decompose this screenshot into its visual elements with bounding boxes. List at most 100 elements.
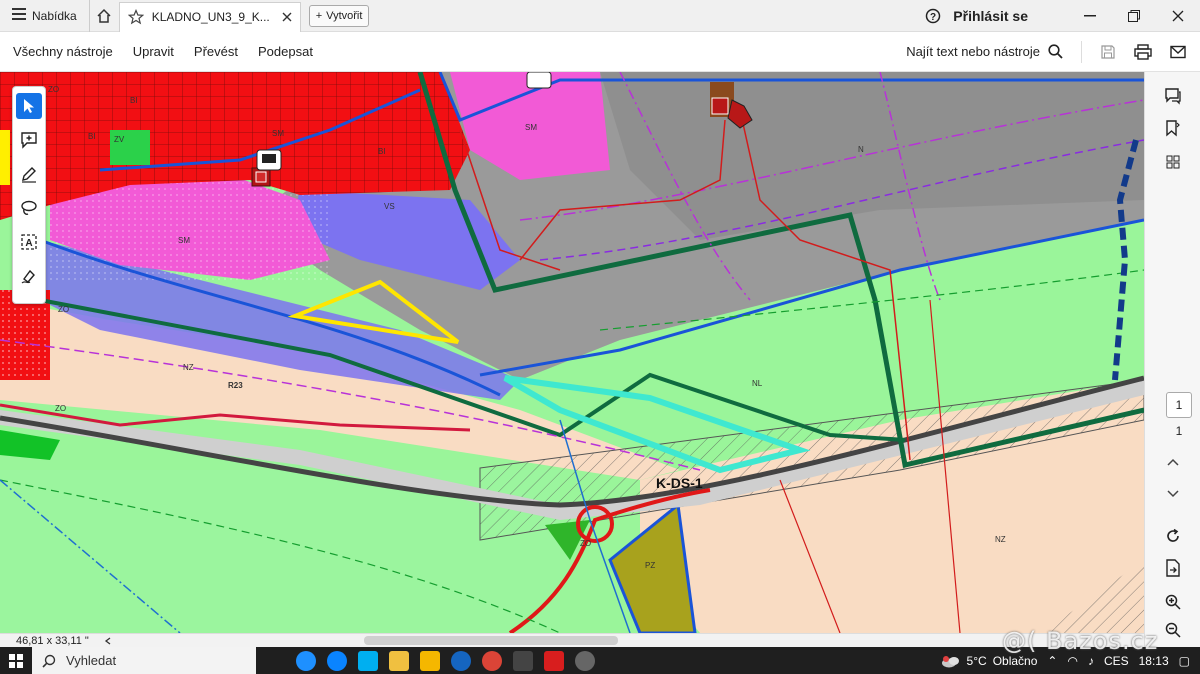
file-export-icon	[1166, 559, 1180, 577]
bookmarks-panel-button[interactable]	[1159, 114, 1187, 142]
menu-button[interactable]: Nabídka	[0, 0, 89, 32]
page-dimensions: 46,81 x 33,11 "	[16, 634, 89, 647]
search-icon	[1048, 44, 1063, 59]
text-recognition-tool[interactable]: A	[16, 229, 42, 255]
right-sidebar	[1144, 72, 1200, 647]
start-button[interactable]	[0, 647, 32, 674]
input-language[interactable]: CES	[1104, 654, 1129, 668]
rotate-button[interactable]	[1159, 522, 1187, 550]
label-k-ds-1: K-DS-1	[656, 475, 703, 491]
file-explorer-icon[interactable]	[389, 650, 409, 671]
previous-page-button[interactable]	[1159, 448, 1187, 476]
notifications-icon[interactable]: ▢	[1179, 654, 1190, 668]
label-zo: ZO	[58, 305, 69, 314]
zoom-in-button[interactable]	[1159, 588, 1187, 616]
help-icon[interactable]: ?	[925, 8, 941, 24]
thumbnails-panel-button[interactable]	[1159, 148, 1187, 176]
extract-page-button[interactable]	[1159, 554, 1187, 582]
sign-tool[interactable]	[16, 263, 42, 289]
scroll-left-icon[interactable]	[104, 636, 112, 645]
watermark: @( Bazos.cz	[1002, 627, 1159, 655]
signin-label: Přihlásit se	[953, 7, 1028, 24]
volume-icon[interactable]: ♪	[1088, 654, 1094, 668]
acrobat-icon[interactable]	[544, 650, 564, 671]
close-tab-icon[interactable]	[282, 12, 292, 22]
plus-icon: +	[315, 9, 323, 22]
label-bi: BI	[88, 132, 96, 141]
media-app-icon[interactable]	[513, 650, 533, 671]
svg-text:A: A	[25, 238, 32, 249]
next-page-button[interactable]	[1159, 480, 1187, 508]
page-number-input[interactable]: 1	[1166, 392, 1192, 418]
utility-app-icon[interactable]	[575, 650, 595, 671]
signin-button[interactable]: ? Přihlásit se	[925, 8, 1028, 24]
weather-text: Oblačno	[992, 653, 1038, 668]
zoom-out-button[interactable]	[1159, 616, 1187, 644]
internet-explorer-icon[interactable]	[451, 650, 471, 671]
save-icon[interactable]	[1100, 44, 1116, 60]
label-sm: SM	[525, 123, 537, 132]
edge-icon[interactable]	[327, 650, 347, 671]
restore-button[interactable]	[1112, 0, 1156, 32]
label-bi: BI	[378, 147, 386, 156]
page-total: 1	[1175, 424, 1183, 438]
label-bi: BI	[130, 96, 138, 105]
wifi-icon[interactable]: ◠	[1067, 654, 1077, 668]
svg-text:?: ?	[930, 12, 936, 23]
restore-icon	[1128, 9, 1140, 22]
close-window-button[interactable]	[1156, 0, 1200, 32]
zoning-map: ZO BI ZV BI SM BI SM VS SM ZO NZ R23 ZO …	[0, 72, 1144, 633]
text-box-icon: A	[21, 234, 37, 250]
grid-icon	[1166, 155, 1180, 169]
skype-icon[interactable]	[358, 650, 378, 671]
weather-widget[interactable]: 5°C Oblačno	[941, 653, 1038, 668]
search-icon	[42, 654, 56, 668]
comment-tool[interactable]	[16, 127, 42, 153]
comments-panel-button[interactable]	[1159, 82, 1187, 110]
comments-icon	[1165, 88, 1181, 105]
chrome-icon[interactable]	[482, 650, 502, 671]
rotate-icon	[1167, 528, 1179, 542]
label-nz: NZ	[995, 535, 1006, 544]
print-icon[interactable]	[1134, 43, 1152, 60]
pen-icon	[22, 167, 36, 183]
menu-sign[interactable]: Podepsat	[248, 44, 323, 59]
draw-tool[interactable]	[16, 161, 42, 187]
sticky-notes-icon[interactable]	[420, 650, 440, 671]
cursor-icon	[24, 99, 34, 113]
signature-pen-icon	[21, 269, 35, 284]
label-zo: ZO	[580, 539, 591, 548]
zoom-in-icon	[1165, 594, 1181, 610]
home-button[interactable]	[88, 0, 119, 32]
select-tool[interactable]	[16, 93, 42, 119]
horizontal-scrollbar-thumb[interactable]	[364, 636, 618, 645]
label-r23: R23	[228, 381, 243, 390]
clock[interactable]: 18:13	[1139, 654, 1169, 668]
find-tools-button[interactable]: Najít text nebo nástroje	[906, 44, 1063, 59]
taskbar-chrome-like-icon[interactable]	[296, 650, 316, 671]
lasso-icon	[21, 200, 37, 215]
close-icon	[1172, 10, 1184, 21]
label-pz: PZ	[645, 561, 655, 570]
menu-edit[interactable]: Upravit	[123, 44, 184, 59]
label-nl: NL	[752, 379, 763, 388]
label-zo: ZO	[48, 85, 59, 94]
lasso-tool[interactable]	[16, 195, 42, 221]
label-sm: SM	[272, 129, 284, 138]
star-icon[interactable]	[127, 9, 144, 25]
email-icon[interactable]	[1170, 45, 1186, 59]
minimize-button[interactable]	[1068, 0, 1112, 32]
taskbar-search[interactable]: Vyhledat	[32, 647, 256, 674]
home-icon	[97, 8, 111, 23]
create-button[interactable]: + Vytvořit	[308, 4, 370, 27]
menu-all-tools[interactable]: Všechny nástroje	[0, 44, 123, 59]
comment-plus-icon	[21, 132, 37, 149]
menu-convert[interactable]: Převést	[184, 44, 248, 59]
document-canvas[interactable]: ZO BI ZV BI SM BI SM VS SM ZO NZ R23 ZO …	[0, 72, 1144, 633]
find-label: Najít text nebo nástroje	[906, 44, 1040, 59]
label-zo: ZO	[55, 404, 66, 413]
bookmark-icon	[1166, 120, 1180, 137]
label-nz: NZ	[183, 363, 194, 372]
document-tab[interactable]: KLADNO_UN3_9_K...	[118, 1, 301, 32]
chevron-up-icon[interactable]: ⌃	[1047, 654, 1057, 668]
